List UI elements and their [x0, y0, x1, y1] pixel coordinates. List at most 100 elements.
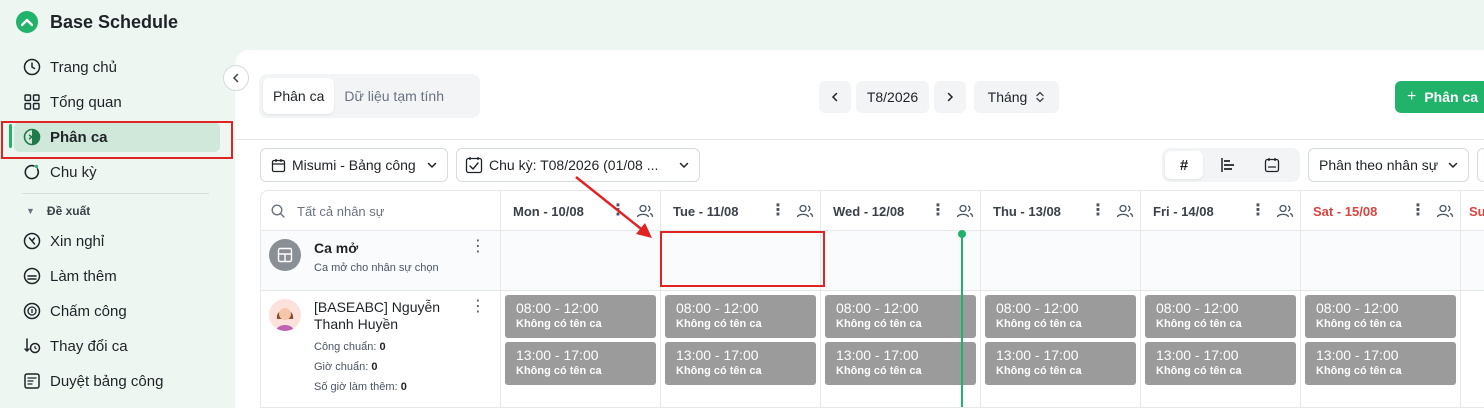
toolbar-divider: [235, 139, 1484, 140]
shift-block[interactable]: 08:00 - 12:00 Không có tên ca: [825, 295, 976, 338]
chevron-down-icon: [671, 160, 689, 170]
sidebar-item-approve-timesheet[interactable]: Duyệt bảng công: [14, 366, 220, 396]
shift-block[interactable]: 08:00 - 12:00 Không có tên ca: [1145, 295, 1296, 338]
calendar-check-icon: [465, 156, 483, 174]
users-icon[interactable]: [796, 204, 814, 218]
grid-icon: [22, 92, 42, 112]
shift-cell: 08:00 - 12:00 Không có tên ca 13:00 - 17:…: [1301, 291, 1461, 407]
open-shift-cell[interactable]: [1301, 231, 1461, 290]
highlight-box-cell: [660, 231, 825, 287]
shift-cell: 08:00 - 12:00 Không có tên ca 13:00 - 17:…: [1141, 291, 1301, 407]
shift-block[interactable]: 08:00 - 12:00 Không có tên ca: [985, 295, 1136, 338]
period-label[interactable]: T8/2026: [856, 81, 929, 113]
day-header: Tue - 11/08 ⋮: [661, 191, 821, 231]
shift-block[interactable]: 08:00 - 12:00 Không có tên ca: [665, 295, 816, 338]
more-icon[interactable]: ⋮: [470, 299, 486, 315]
sidebar-item-timekeeping[interactable]: Chấm công: [14, 296, 220, 326]
shift-block[interactable]: 13:00 - 17:00 Không có tên ca: [665, 342, 816, 385]
shift-block[interactable]: 13:00 - 17:00 Không có tên ca: [1145, 342, 1296, 385]
more-icon[interactable]: ⋮: [930, 203, 946, 219]
employee-info: [BASEABC] Nguyễn Thanh Huyền ⋮ Công chuẩ…: [261, 291, 501, 407]
more-icon[interactable]: ⋮: [1410, 203, 1426, 219]
shift-block[interactable]: 13:00 - 17:00 Không có tên ca: [985, 342, 1136, 385]
users-icon[interactable]: [1116, 204, 1134, 218]
employee-name[interactable]: [BASEABC] Nguyễn Thanh Huyền: [314, 299, 464, 333]
users-icon[interactable]: [1436, 204, 1454, 218]
open-shift-cell[interactable]: [821, 231, 981, 290]
tab-shift[interactable]: Phân ca: [263, 78, 335, 114]
shift-block[interactable]: 13:00 - 17:00 Không có tên ca: [825, 342, 976, 385]
employee-stat: Giờ chuẩn: 0: [314, 361, 378, 373]
tab-group: Phân ca Dữ liệu tạm tính: [259, 74, 480, 118]
users-icon[interactable]: [636, 204, 654, 218]
sidebar-item-home[interactable]: Trang chủ: [14, 52, 220, 82]
app-header: Base Schedule: [0, 0, 240, 44]
open-shift-title: Ca mở: [314, 240, 359, 256]
clock-icon: [22, 57, 42, 77]
caret-down-icon: ▼: [26, 206, 35, 216]
shift-cell: [1461, 291, 1484, 407]
cycle-select[interactable]: Chu kỳ: T08/2026 (01/08 ...: [456, 148, 700, 182]
open-shift-subtitle: Ca mở cho nhân sự chọn: [314, 262, 439, 274]
more-icon[interactable]: ⋮: [1090, 203, 1106, 219]
grid-header: Mon - 10/08 ⋮ Tue - 11/08 ⋮ Wed - 12/08 …: [261, 191, 1484, 231]
timekeeping-icon: [22, 301, 42, 321]
current-time-line: [961, 233, 963, 407]
swap-shift-icon: [22, 336, 42, 356]
timeline-icon: [1221, 158, 1234, 172]
approve-timesheet-icon: [22, 371, 42, 391]
sidebar-item-cycle[interactable]: Chu kỳ: [14, 157, 220, 187]
search-icon: [271, 204, 285, 218]
open-shift-cell[interactable]: [1461, 231, 1484, 290]
main-panel: Phân ca Dữ liệu tạm tính T8/2026 Tháng +…: [235, 50, 1484, 408]
open-shift-info: Ca mở Ca mở cho nhân sự chọn ⋮: [261, 231, 501, 290]
shift-block[interactable]: 08:00 - 12:00 Không có tên ca: [505, 295, 656, 338]
day-header: Wed - 12/08 ⋮: [821, 191, 981, 231]
calendar-view-button[interactable]: [1253, 151, 1291, 179]
shift-cell: 08:00 - 12:00 Không có tên ca 13:00 - 17:…: [821, 291, 981, 407]
group-by-select[interactable]: Phân theo nhân sự: [1308, 148, 1469, 182]
users-icon[interactable]: [1276, 204, 1294, 218]
employee-search: [261, 191, 501, 231]
sidebar-item-leave[interactable]: Xin nghỉ: [14, 226, 220, 256]
sidebar-item-label: Trang chủ: [50, 58, 117, 76]
chevron-left-icon: [232, 73, 239, 83]
open-shift-cell[interactable]: [501, 231, 661, 290]
sidebar-item-overtime[interactable]: Làm thêm: [14, 261, 220, 291]
employee-stat: Số giờ làm thêm: 0: [314, 381, 407, 393]
collapse-sidebar-button[interactable]: [223, 65, 249, 91]
more-icon[interactable]: ⋮: [1250, 203, 1266, 219]
tab-estimated-data[interactable]: Dữ liệu tạm tính: [334, 78, 454, 114]
day-header: Su: [1461, 191, 1484, 231]
sidebar-item-overview[interactable]: Tổng quan: [14, 87, 220, 117]
more-icon[interactable]: ⋮: [610, 203, 626, 219]
more-icon[interactable]: ⋮: [470, 239, 486, 255]
open-shift-cell[interactable]: [1141, 231, 1301, 290]
chevron-down-icon: [1440, 160, 1458, 170]
view-mode-select[interactable]: Tháng: [974, 81, 1059, 113]
hash-view-button[interactable]: #: [1165, 151, 1203, 179]
sidebar-item-label: Duyệt bảng công: [50, 372, 164, 390]
extra-filter-button[interactable]: [1477, 148, 1484, 182]
open-shift-cell[interactable]: [981, 231, 1141, 290]
shift-block[interactable]: 13:00 - 17:00 Không có tên ca: [505, 342, 656, 385]
timeline-view-button[interactable]: [1209, 151, 1247, 179]
shift-cell: 08:00 - 12:00 Không có tên ca 13:00 - 17:…: [981, 291, 1141, 407]
sidebar-item-label: Thay đổi ca: [50, 337, 128, 355]
add-shift-button[interactable]: + Phân ca: [1395, 81, 1484, 113]
more-icon[interactable]: ⋮: [770, 203, 786, 219]
day-header: Mon - 10/08 ⋮: [501, 191, 661, 231]
search-input[interactable]: [297, 203, 477, 219]
hash-icon: #: [1179, 156, 1189, 174]
sidebar-item-swap-shift[interactable]: Thay đổi ca: [14, 331, 220, 361]
sidebar-item-label: Xin nghỉ: [50, 232, 105, 250]
shift-block[interactable]: 08:00 - 12:00 Không có tên ca: [1305, 295, 1456, 338]
prev-period-button[interactable]: [819, 81, 851, 113]
shift-block[interactable]: 13:00 - 17:00 Không có tên ca: [1305, 342, 1456, 385]
plus-icon: +: [1407, 88, 1417, 105]
next-period-button[interactable]: [934, 81, 966, 113]
overtime-icon: [22, 266, 42, 286]
users-icon[interactable]: [956, 204, 974, 218]
sidebar-section-label[interactable]: ▼ Đề xuất: [26, 204, 90, 218]
timesheet-select[interactable]: Misumi - Bảng công: [260, 148, 448, 182]
